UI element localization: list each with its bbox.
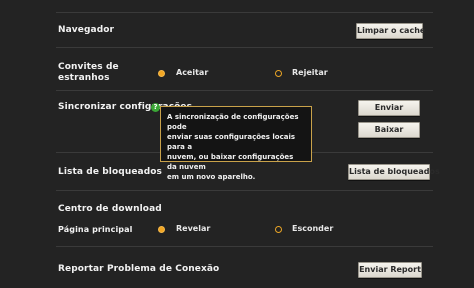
reject-radio[interactable] xyxy=(275,70,282,77)
reveal-option-label[interactable]: Revelar xyxy=(176,224,210,234)
tooltip-line: A sincronização de configurações pode xyxy=(167,113,299,131)
divider xyxy=(56,246,433,247)
blocked-list-button[interactable]: Lista de bloqueados xyxy=(348,164,440,180)
divider xyxy=(56,190,433,191)
send-report-button[interactable]: Enviar Report xyxy=(358,262,422,278)
main-page-label: Página principal xyxy=(58,225,133,234)
clear-cache-button[interactable]: Limpar o cache xyxy=(356,23,425,39)
stranger-invites-label: Convites de estranhos xyxy=(58,62,119,84)
reject-option-label[interactable]: Rejeitar xyxy=(292,68,328,78)
stranger-invites-label-line2: estranhos xyxy=(58,73,110,83)
stranger-invites-label-line1: Convites de xyxy=(58,62,119,72)
divider xyxy=(56,12,433,13)
divider xyxy=(56,47,433,48)
sync-help-tooltip: A sincronização de configurações pode en… xyxy=(160,106,312,181)
report-connection-label: Reportar Problema de Conexão xyxy=(58,264,220,274)
divider xyxy=(56,90,433,91)
accept-radio[interactable] xyxy=(158,70,165,77)
hide-option-label[interactable]: Esconder xyxy=(292,224,333,234)
tooltip-line: enviar suas configurações locais para a xyxy=(167,133,296,151)
accept-option-label[interactable]: Aceitar xyxy=(176,68,208,78)
blocked-list-label: Lista de bloqueados xyxy=(58,167,162,177)
help-icon[interactable]: ? xyxy=(151,103,160,112)
reveal-radio[interactable] xyxy=(158,226,165,233)
send-settings-button[interactable]: Enviar xyxy=(358,100,420,116)
tooltip-line: nuvem, ou baixar configurações da nuvem xyxy=(167,153,294,171)
download-center-heading: Centro de download xyxy=(58,204,162,214)
hide-radio[interactable] xyxy=(275,226,282,233)
tooltip-line: em um novo aparelho. xyxy=(167,173,256,181)
navegador-label: Navegador xyxy=(58,25,115,35)
download-settings-button[interactable]: Baixar xyxy=(358,122,420,138)
